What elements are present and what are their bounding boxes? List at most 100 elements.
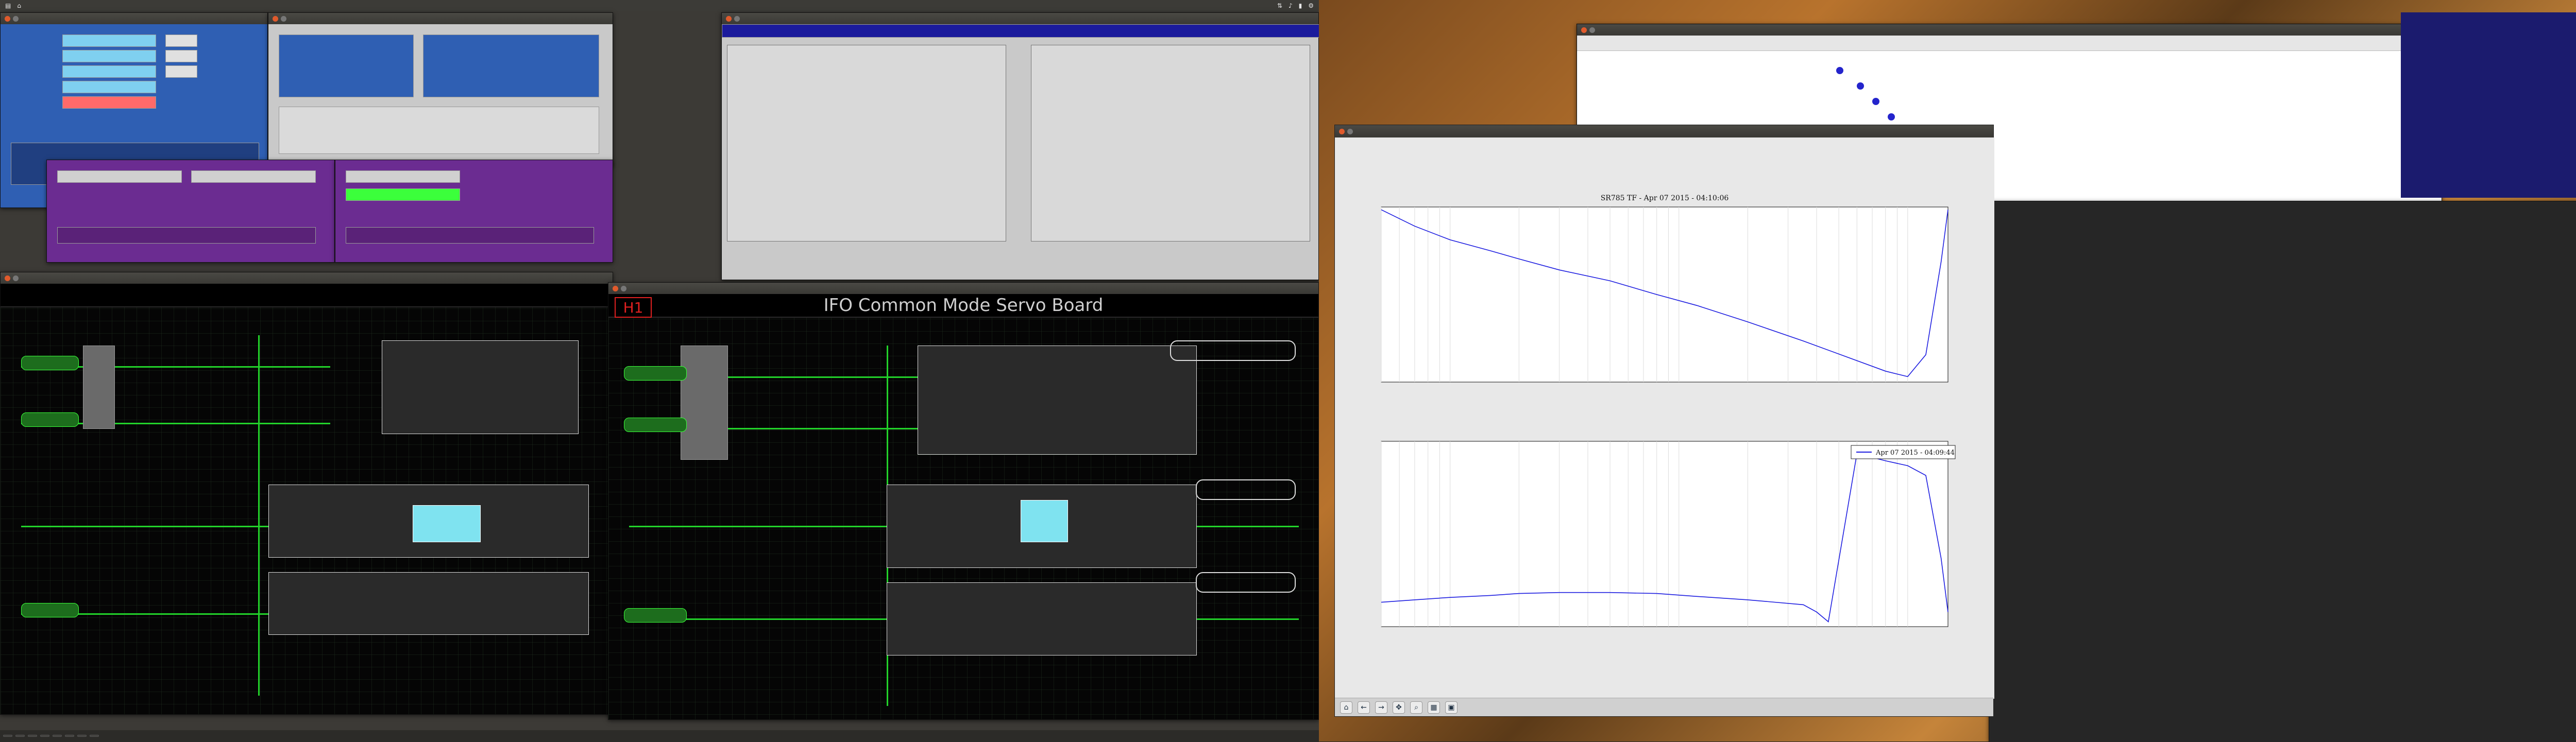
channel-list-window (2401, 12, 2576, 198)
taskbar-item[interactable] (28, 735, 37, 737)
guardian-screen (47, 160, 334, 262)
status-field (62, 65, 156, 78)
taskbar-item[interactable] (3, 735, 12, 737)
status-field (62, 96, 156, 109)
close-icon[interactable] (5, 275, 10, 281)
slow-path-group (268, 572, 589, 635)
close-icon[interactable] (1339, 128, 1345, 134)
ifo-servo-header: IFO Common Mode Servo Board (608, 294, 1318, 318)
save-icon[interactable]: ▣ (1445, 701, 1458, 714)
taskbar-item[interactable] (65, 735, 74, 737)
network-icon[interactable]: ⇅ (1277, 2, 1282, 9)
guardian-state (346, 170, 460, 183)
input-1-button[interactable] (624, 366, 687, 381)
config-titlebar (268, 13, 613, 24)
transfer-function-plot: SR785 TF - Apr 07 2015 - 04:10:06 Apr 07… (1381, 194, 1956, 627)
status-field (62, 81, 156, 93)
minimize-icon[interactable] (13, 15, 19, 22)
common-path-label (1170, 340, 1296, 361)
back-icon[interactable]: ← (1358, 701, 1370, 714)
exc-b-button[interactable] (624, 608, 687, 623)
filter-shape-display (1021, 500, 1068, 542)
data-point (1872, 98, 1879, 105)
magnitude-axes (1381, 206, 1948, 383)
minimize-icon[interactable] (734, 15, 740, 22)
close-icon[interactable] (5, 15, 10, 22)
input-2-button[interactable] (624, 418, 687, 432)
guardian-state (346, 188, 460, 201)
config-window (268, 12, 613, 167)
taskbar-item[interactable] (53, 735, 62, 737)
ifo-servo-titlebar (608, 283, 1318, 294)
plot-area (1381, 206, 1948, 383)
summing-node-titlebar (722, 13, 1318, 24)
forward-icon[interactable]: → (1375, 701, 1387, 714)
home-icon[interactable]: ⌂ (1340, 701, 1352, 714)
places-menu-icon[interactable]: ⌂ (17, 2, 21, 9)
toggle-button[interactable] (165, 65, 197, 78)
pdf-viewer-titlebar (1577, 24, 2442, 36)
summing-node-window (721, 12, 1320, 280)
data-point (1836, 67, 1843, 74)
config-subpanel (279, 107, 599, 154)
close-icon[interactable] (726, 15, 732, 22)
signal-wire (258, 335, 260, 696)
taskbar-item[interactable] (90, 735, 99, 737)
input-2-button[interactable] (21, 412, 79, 427)
guardian-state (57, 170, 182, 183)
zoom-icon[interactable]: ⌕ (1410, 701, 1422, 714)
mc-servo-window (0, 272, 613, 715)
input-block (83, 346, 115, 429)
figure-canvas: SR785 TF - Apr 07 2015 - 04:10:06 Apr 07… (1335, 137, 1994, 699)
minimize-icon[interactable] (1589, 27, 1595, 33)
guardian-window-2 (335, 160, 613, 263)
exc-b-button[interactable] (21, 603, 79, 617)
status-field (62, 50, 156, 62)
config-subpanel (423, 34, 599, 97)
legend: Apr 07 2015 - 04:09:44 (1851, 445, 1956, 459)
plot-area (1381, 441, 1948, 627)
status-field (62, 34, 156, 47)
guardian-window (46, 160, 335, 263)
figure-toolbar: ⌂ ← → ✥ ⌕ ▦ ▣ (1335, 698, 1993, 716)
terminal-window (1989, 201, 2576, 742)
gear-icon[interactable]: ⚙ (1308, 2, 1314, 9)
taskbar-item[interactable] (15, 735, 25, 737)
taskbar-item[interactable] (77, 735, 87, 737)
figure-titlebar (1335, 125, 1993, 137)
pan-icon[interactable]: ✥ (1393, 701, 1405, 714)
fast-path-label (1196, 479, 1296, 500)
plot-title: SR785 TF - Apr 07 2015 - 04:10:06 (1601, 194, 1729, 202)
toggle-button[interactable] (165, 50, 197, 62)
summing-node-header (722, 24, 1320, 38)
guardian-state (191, 170, 316, 183)
terminal-body[interactable] (1989, 201, 2576, 742)
close-icon[interactable] (1581, 27, 1587, 33)
minimize-icon[interactable] (621, 285, 626, 291)
mc-servo-titlebar (1, 272, 613, 284)
toggle-button[interactable] (165, 34, 197, 47)
volume-icon[interactable]: ♪ (1289, 2, 1293, 9)
top-panel: ▤ ⌂ ⇅ ♪ ▮ ⚙ (0, 0, 1319, 11)
taskbar-item[interactable] (40, 735, 49, 737)
minimize-icon[interactable] (281, 15, 286, 22)
data-point (1888, 113, 1895, 120)
slow-path-group (887, 582, 1197, 655)
lock-control-titlebar (1, 13, 267, 24)
summing-node-screen (722, 24, 1320, 280)
config-subpanel (279, 34, 414, 97)
filter-shape-display (413, 505, 481, 542)
input-1-button[interactable] (21, 356, 79, 370)
minimize-icon[interactable] (1347, 128, 1353, 134)
mc-servo-header (1, 284, 613, 307)
guardian-controls (346, 227, 594, 244)
minimize-icon[interactable] (13, 275, 19, 281)
subplots-icon[interactable]: ▦ (1428, 701, 1440, 714)
applications-menu-icon[interactable]: ▤ (5, 2, 11, 9)
ifo-servo-screen: IFO Common Mode Servo Board H1 (608, 294, 1318, 719)
close-icon[interactable] (273, 15, 278, 22)
battery-icon: ▮ (1298, 2, 1302, 9)
close-icon[interactable] (613, 285, 618, 291)
input-group-b (1031, 45, 1310, 241)
legend-label: Apr 07 2015 - 04:09:44 (1875, 449, 1955, 457)
